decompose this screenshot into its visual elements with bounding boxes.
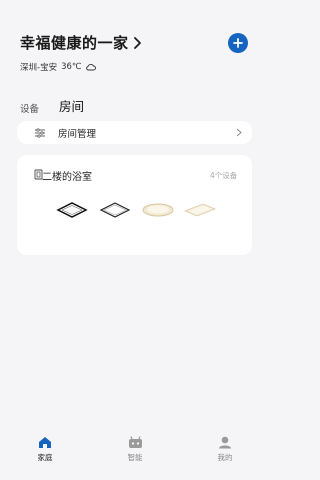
location-text: 深圳-宝安	[20, 63, 58, 73]
chevron-right-icon	[133, 36, 141, 49]
home-title[interactable]: 幸福健康的一家	[20, 32, 142, 53]
nav-label-mine: 我的	[217, 453, 233, 462]
nav-item-smart[interactable]: 智能	[90, 430, 180, 480]
location-weather: 深圳-宝安 36℃	[20, 61, 97, 73]
tab-devices[interactable]: 设备	[20, 101, 39, 115]
add-button[interactable]	[228, 33, 248, 53]
chevron-right-icon	[236, 128, 242, 137]
nav-label-smart: 智能	[127, 453, 143, 462]
user-icon	[219, 436, 231, 449]
room-management-label: 房间管理	[58, 128, 97, 140]
home-name: 幸福健康的一家	[20, 34, 129, 52]
view-tabs: 设备 房间	[20, 96, 84, 115]
settings-sliders-icon	[35, 127, 45, 138]
ceiling-light-square-black[interactable]	[56, 200, 88, 218]
nav-label-home: 家庭	[37, 453, 53, 462]
room-name: 二楼的浴室	[42, 172, 92, 183]
temperature-text: 36℃	[61, 62, 82, 72]
ceiling-light-square-gray[interactable]	[99, 200, 131, 218]
cloud-icon	[86, 64, 97, 71]
plus-icon	[233, 38, 243, 48]
robot-icon	[128, 436, 142, 448]
bottom-nav: 家庭 智能 我的	[0, 430, 270, 480]
room-device-count: 4个设备	[210, 171, 238, 180]
home-icon	[39, 437, 51, 448]
ceiling-light-round-warm[interactable]	[141, 200, 175, 218]
room-management-row[interactable]: 房间管理	[17, 121, 252, 144]
ceiling-light-rect-warm[interactable]	[183, 201, 217, 219]
nav-item-home[interactable]: 家庭	[0, 430, 90, 480]
tab-rooms[interactable]: 房间	[59, 96, 84, 115]
nav-item-mine[interactable]: 我的	[180, 430, 270, 480]
